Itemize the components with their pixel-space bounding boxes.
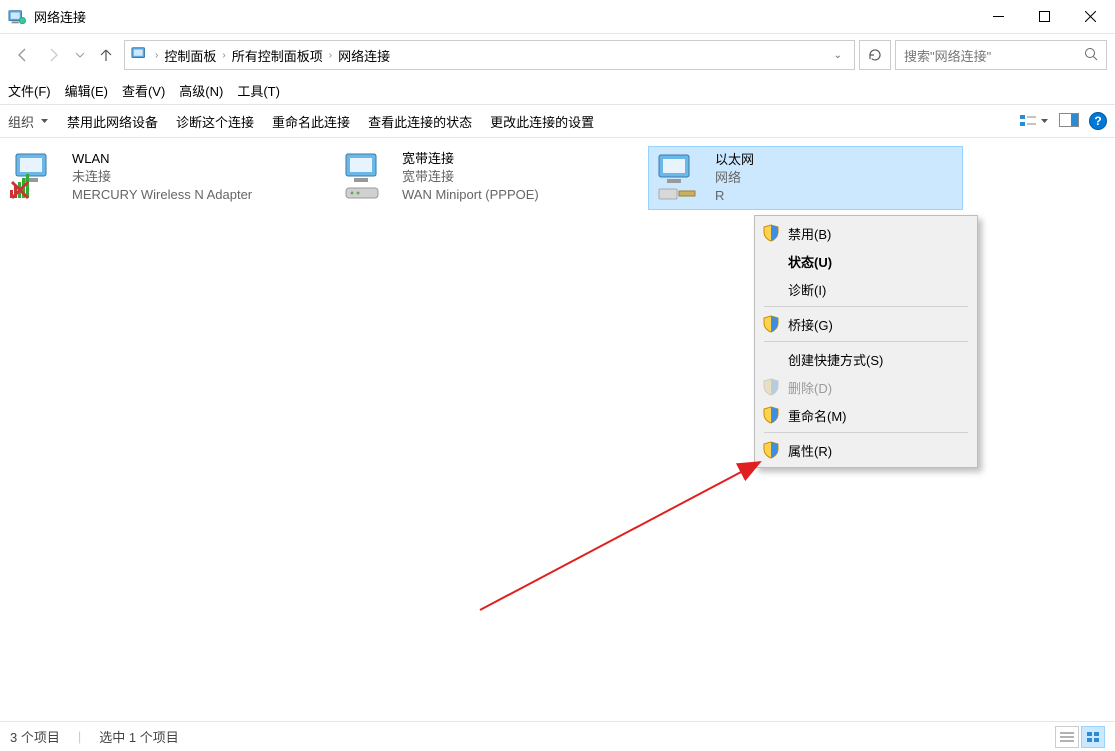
connection-name: 宽带连接	[402, 150, 539, 168]
ctx-separator	[764, 341, 968, 342]
shield-icon	[762, 378, 780, 396]
menu-advanced[interactable]: 高级(N)	[179, 81, 223, 100]
app-icon	[8, 8, 26, 26]
breadcrumb-root-icon	[131, 45, 149, 66]
ctx-properties[interactable]: 属性(R)	[758, 436, 974, 464]
cmd-rename[interactable]: 重命名此连接	[272, 112, 350, 131]
shield-icon	[762, 441, 780, 459]
back-button[interactable]	[8, 41, 36, 69]
search-placeholder: 搜索"网络连接"	[904, 46, 991, 65]
ctx-shortcut[interactable]: 创建快捷方式(S)	[758, 345, 974, 373]
navbar: › 控制面板 › 所有控制面板项 › 网络连接 ⌄ 搜索"网络连接"	[0, 34, 1115, 76]
cmd-status[interactable]: 查看此连接的状态	[368, 112, 472, 131]
forward-button[interactable]	[40, 41, 68, 69]
connection-item-wlan[interactable]: WLAN 未连接 MERCURY Wireless N Adapter	[6, 146, 321, 210]
menu-tools[interactable]: 工具(T)	[237, 81, 280, 100]
search-box[interactable]: 搜索"网络连接"	[895, 40, 1107, 70]
breadcrumb-seg-2[interactable]: 所有控制面板项	[232, 46, 323, 65]
chevron-right-icon: ›	[222, 50, 225, 61]
shield-icon	[762, 406, 780, 424]
details-view-button[interactable]	[1055, 726, 1079, 748]
ctx-label: 诊断(I)	[788, 280, 826, 299]
ctx-separator	[764, 432, 968, 433]
refresh-button[interactable]	[859, 40, 891, 70]
help-button[interactable]: ?	[1089, 112, 1107, 130]
ctx-label: 重命名(M)	[788, 406, 847, 425]
connection-adapter: R	[715, 187, 754, 205]
connection-adapter: MERCURY Wireless N Adapter	[72, 186, 252, 204]
ctx-delete: 删除(D)	[758, 373, 974, 401]
window-title: 网络连接	[34, 7, 975, 26]
status-selected: 选中 1 个项目	[99, 727, 178, 746]
ctx-label: 禁用(B)	[788, 224, 831, 243]
ctx-label: 删除(D)	[788, 378, 832, 397]
connection-name: 以太网	[715, 151, 754, 169]
command-bar: 组织 禁用此网络设备 诊断这个连接 重命名此连接 查看此连接的状态 更改此连接的…	[0, 104, 1115, 138]
close-button[interactable]	[1067, 1, 1113, 33]
shield-icon	[762, 224, 780, 242]
connection-item-broadband[interactable]: 宽带连接 宽带连接 WAN Miniport (PPPOE)	[336, 146, 651, 210]
network-icon	[10, 150, 62, 202]
status-count: 3 个项目	[10, 727, 60, 746]
recent-dropdown[interactable]	[72, 41, 88, 69]
ctx-label: 创建快捷方式(S)	[788, 350, 883, 369]
address-dropdown[interactable]: ⌄	[828, 50, 848, 61]
ctx-label: 状态(U)	[788, 252, 832, 271]
cmd-disable[interactable]: 禁用此网络设备	[67, 112, 158, 131]
cmd-diagnose[interactable]: 诊断这个连接	[176, 112, 254, 131]
ctx-separator	[764, 306, 968, 307]
network-icon	[653, 151, 705, 203]
ctx-bridge[interactable]: 桥接(G)	[758, 310, 974, 338]
chevron-right-icon: ›	[155, 50, 158, 61]
chevron-right-icon: ›	[329, 50, 332, 61]
context-menu: 禁用(B) 状态(U) 诊断(I) 桥接(G) 创建快捷方式(S) 删除(D) …	[754, 215, 978, 468]
connection-status: 网络	[715, 169, 754, 187]
organize-button[interactable]: 组织	[8, 112, 49, 131]
ctx-label: 属性(R)	[788, 441, 832, 460]
connection-status: 未连接	[72, 168, 252, 186]
connection-item-ethernet[interactable]: 以太网 网络 R	[648, 146, 963, 210]
ctx-status[interactable]: 状态(U)	[758, 247, 974, 275]
ctx-label: 桥接(G)	[788, 315, 833, 334]
minimize-button[interactable]	[975, 1, 1021, 33]
ctx-diagnose[interactable]: 诊断(I)	[758, 275, 974, 303]
status-bar: 3 个项目 | 选中 1 个项目	[0, 721, 1115, 751]
menu-edit[interactable]: 编辑(E)	[65, 81, 108, 100]
up-button[interactable]	[92, 41, 120, 69]
maximize-button[interactable]	[1021, 1, 1067, 33]
menu-view[interactable]: 查看(V)	[122, 81, 165, 100]
ctx-disable[interactable]: 禁用(B)	[758, 219, 974, 247]
connection-status: 宽带连接	[402, 168, 539, 186]
address-bar[interactable]: › 控制面板 › 所有控制面板项 › 网络连接 ⌄	[124, 40, 855, 70]
ctx-rename[interactable]: 重命名(M)	[758, 401, 974, 429]
connection-name: WLAN	[72, 150, 252, 168]
menubar: 文件(F) 编辑(E) 查看(V) 高级(N) 工具(T)	[0, 76, 1115, 104]
cmd-change[interactable]: 更改此连接的设置	[490, 112, 594, 131]
preview-pane-button[interactable]	[1059, 113, 1079, 130]
change-view-button[interactable]	[1020, 114, 1049, 128]
search-icon	[1084, 47, 1098, 64]
tiles-view-button[interactable]	[1081, 726, 1105, 748]
menu-file[interactable]: 文件(F)	[8, 81, 51, 100]
breadcrumb-seg-1[interactable]: 控制面板	[164, 46, 216, 65]
titlebar: 网络连接	[0, 0, 1115, 34]
network-icon	[340, 150, 392, 202]
connection-adapter: WAN Miniport (PPPOE)	[402, 186, 539, 204]
shield-icon	[762, 315, 780, 333]
breadcrumb-seg-3[interactable]: 网络连接	[338, 46, 390, 65]
